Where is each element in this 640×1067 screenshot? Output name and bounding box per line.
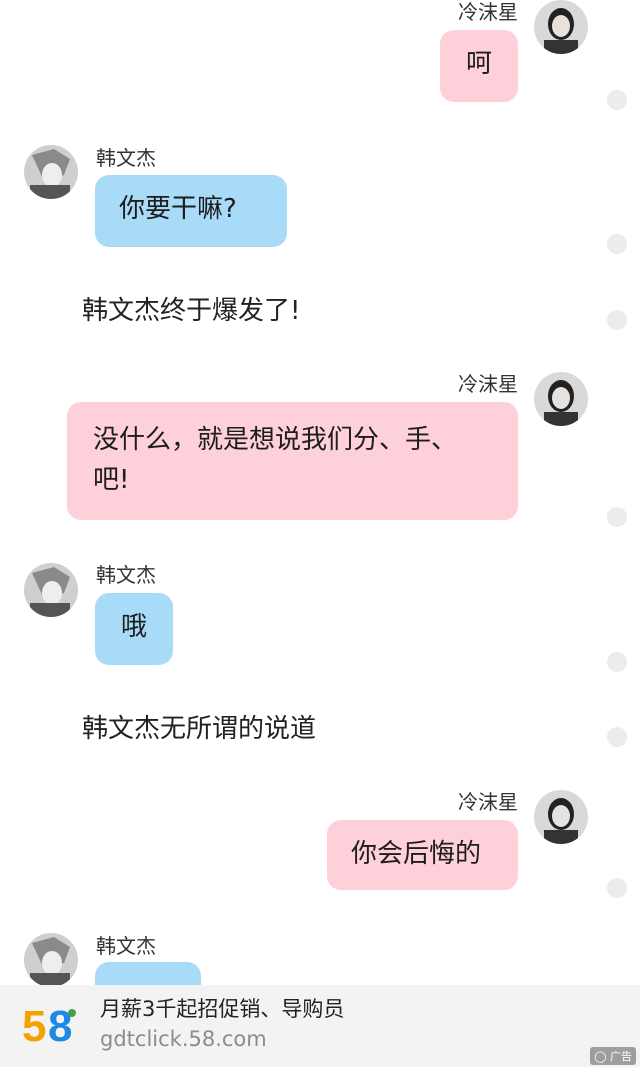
male-avatar[interactable] — [24, 563, 78, 617]
status-dot — [607, 90, 627, 110]
58-logo-icon: 5 8 — [22, 1002, 76, 1047]
ad-badge-label: 广告 — [610, 1050, 632, 1063]
status-dot — [607, 310, 627, 330]
status-dot — [607, 234, 627, 254]
ad-badge[interactable]: ◯ 广告 — [590, 1047, 636, 1065]
ad-banner[interactable]: 5 8 月薪3千起招促销、导购员 gdtclick.58.com ◯ 广告 — [0, 985, 640, 1067]
female-avatar[interactable] — [534, 790, 588, 844]
sender-name: 韩文杰 — [96, 146, 156, 170]
male-avatar[interactable] — [24, 145, 78, 199]
female-avatar[interactable] — [534, 0, 588, 54]
status-dot — [607, 878, 627, 898]
sender-name: 冷沫星 — [458, 790, 518, 814]
status-dot — [607, 727, 627, 747]
narration-text: 韩文杰无所谓的说道 — [82, 714, 317, 744]
message-bubble[interactable]: 哦 — [95, 593, 173, 665]
svg-text:5: 5 — [22, 1002, 46, 1047]
narration-text: 韩文杰终于爆发了! — [82, 296, 301, 326]
svg-text:8: 8 — [48, 1002, 72, 1047]
status-dot — [607, 652, 627, 672]
female-avatar[interactable] — [534, 372, 588, 426]
sender-name: 韩文杰 — [96, 563, 156, 587]
ad-title[interactable]: 月薪3千起招促销、导购员 — [100, 993, 344, 1023]
sender-name: 冷沫星 — [458, 372, 518, 396]
sender-name: 冷沫星 — [458, 0, 518, 24]
message-bubble[interactable] — [95, 962, 201, 985]
ad-domain[interactable]: gdtclick.58.com — [100, 1027, 267, 1051]
male-avatar[interactable] — [24, 933, 78, 985]
message-bubble[interactable]: 呵 — [440, 30, 518, 102]
chat-area: 冷沫星 呵 韩文杰 你要干嘛? 韩文杰终于爆发了! 冷沫星 没什么，就是想说我们… — [0, 0, 640, 985]
message-bubble[interactable]: 没什么，就是想说我们分、手、 吧! — [67, 402, 518, 520]
status-dot — [607, 507, 627, 527]
message-line: 吧! — [93, 465, 130, 495]
sender-name: 韩文杰 — [96, 934, 156, 958]
message-bubble[interactable]: 你会后悔的 — [327, 820, 518, 890]
message-line: 没什么，就是想说我们分、手、 — [93, 425, 458, 455]
message-bubble[interactable]: 你要干嘛? — [95, 175, 287, 247]
